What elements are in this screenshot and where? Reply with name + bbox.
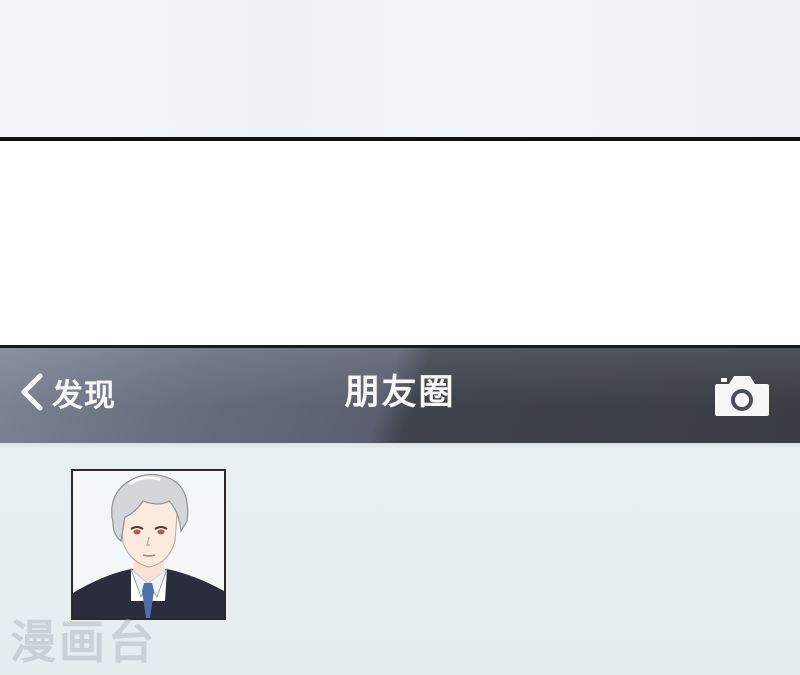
avatar[interactable]: [71, 469, 226, 620]
top-comic-panel: [0, 0, 800, 137]
nav-bottom-edge: [0, 443, 800, 449]
chevron-left-icon: [18, 372, 46, 412]
panel-gutter: [0, 141, 800, 345]
page-title: 朋友圈: [344, 373, 456, 413]
back-label: 发现: [52, 377, 116, 414]
camera-icon: [715, 376, 769, 416]
watermark-logo: 漫画台: [10, 615, 157, 669]
camera-button[interactable]: [713, 372, 771, 418]
navigation-bar: 发现 朋友圈: [0, 348, 800, 443]
back-button[interactable]: 发现: [18, 370, 116, 414]
